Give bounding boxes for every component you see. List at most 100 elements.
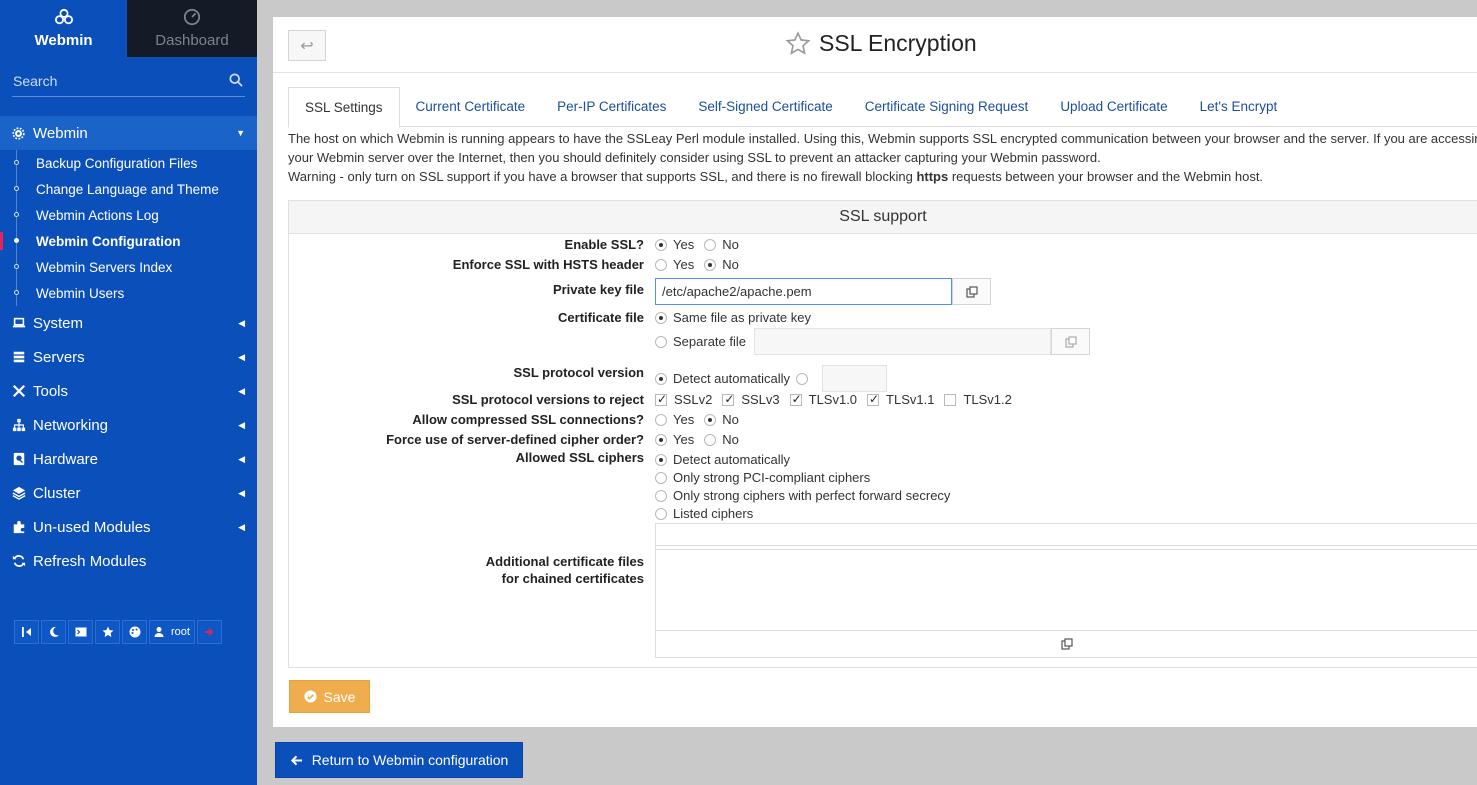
field-label: Allow compressed SSL connections?	[412, 412, 644, 427]
reject-sslv2[interactable]: SSLv2	[655, 392, 712, 407]
checkbox[interactable]	[655, 392, 667, 406]
menu-category-unused-modules[interactable]: Un-used Modules ◀	[0, 510, 257, 544]
radio-button[interactable]	[655, 311, 667, 324]
checkbox[interactable]	[789, 392, 802, 406]
protocol-custom-radio[interactable]	[796, 372, 809, 385]
sidebar-item-label: Webmin Users	[36, 285, 125, 301]
sidebar-item-actions-log[interactable]: Webmin Actions Log	[0, 202, 257, 228]
sidebar-item-webmin-configuration[interactable]: Webmin Configuration	[0, 228, 257, 254]
radio-button[interactable]	[704, 413, 717, 426]
reject-tlsv1-2[interactable]: TLSv1.2	[944, 392, 1012, 407]
radio-button[interactable]	[655, 453, 667, 466]
menu-category-refresh-modules[interactable]: Refresh Modules	[0, 544, 257, 578]
file-chooser-button[interactable]	[952, 278, 991, 305]
checkbox[interactable]	[944, 393, 957, 406]
reject-tlsv1-1[interactable]: TLSv1.1	[867, 392, 934, 407]
search-input[interactable]	[12, 67, 245, 95]
hsts-yes[interactable]: Yes	[655, 257, 694, 272]
checkbox[interactable]	[722, 392, 734, 406]
option-label: Only strong PCI-compliant ciphers	[673, 470, 871, 485]
file-chooser-button[interactable]	[655, 631, 1477, 658]
menu-category-system[interactable]: System ◀	[0, 306, 257, 340]
menu-category-tools[interactable]: Tools ◀	[0, 374, 257, 408]
radio-button[interactable]	[655, 413, 667, 426]
return-to-webmin-configuration-button[interactable]: Return to Webmin configuration	[275, 742, 523, 778]
menu-category-networking[interactable]: Networking ◀	[0, 408, 257, 442]
hardware-icon	[13, 452, 25, 466]
radio-button[interactable]	[655, 433, 667, 446]
radio-button[interactable]	[655, 471, 667, 484]
collapse-sidebar-button[interactable]	[14, 620, 39, 644]
separate-certificate-input[interactable]	[754, 328, 1051, 355]
favorites-button[interactable]	[95, 620, 120, 644]
compressed-no[interactable]: No	[704, 412, 739, 427]
sidebar-item-servers-index[interactable]: Webmin Servers Index	[0, 254, 257, 280]
tab-certificate-signing-request[interactable]: Certificate Signing Request	[849, 87, 1045, 127]
star-outline-icon[interactable]	[785, 30, 811, 57]
ciphers-pci[interactable]: Only strong PCI-compliant ciphers	[655, 470, 870, 485]
chained-certificates-textarea[interactable]	[655, 545, 1477, 631]
sidebar-item-backup[interactable]: Backup Configuration Files	[0, 150, 257, 176]
option-label: Detect automatically	[673, 371, 791, 386]
tab-lets-encrypt[interactable]: Let's Encrypt	[1184, 87, 1294, 127]
reject-tlsv1-0[interactable]: TLSv1.0	[789, 392, 857, 407]
tab-current-certificate[interactable]: Current Certificate	[400, 87, 542, 127]
webmin-tab-button[interactable]: Webmin	[0, 0, 127, 57]
cipher-order-no[interactable]: No	[704, 432, 739, 447]
sidebar-item-webmin-users[interactable]: Webmin Users	[0, 280, 257, 306]
tab-per-ip-certificates[interactable]: Per-IP Certificates	[541, 87, 682, 127]
radio-button[interactable]	[655, 258, 667, 271]
description-line: your Webmin server over the Internet, th…	[288, 150, 1101, 165]
server-icon	[13, 351, 25, 363]
radio-button[interactable]	[704, 258, 717, 271]
option-label: TLSv1.1	[886, 392, 935, 407]
radio-button[interactable]	[704, 238, 717, 251]
tab-upload-certificate[interactable]: Upload Certificate	[1044, 87, 1183, 127]
radio-button[interactable]	[655, 238, 667, 251]
ciphers-listed[interactable]: Listed ciphers	[655, 506, 753, 521]
ciphers-auto[interactable]: Detect automatically	[655, 452, 790, 467]
warning-text: requests between your browser and the We…	[948, 169, 1264, 184]
menu-category-hardware[interactable]: Hardware ◀	[0, 442, 257, 476]
hsts-no[interactable]: No	[704, 257, 739, 272]
sidebar-item-label: Backup Configuration Files	[36, 155, 198, 171]
cipher-order-yes[interactable]: Yes	[655, 432, 694, 447]
warning-line: Warning - only turn on SSL support if yo…	[288, 167, 1477, 186]
reject-sslv3[interactable]: SSLv3	[722, 392, 780, 407]
radio-button[interactable]	[655, 507, 667, 520]
search-icon[interactable]	[229, 73, 243, 87]
enable-ssl-no[interactable]: No	[704, 237, 739, 252]
tab-self-signed-certificate[interactable]: Self-Signed Certificate	[682, 87, 848, 127]
dashboard-tab-button[interactable]: Dashboard	[127, 0, 257, 57]
protocol-version-select[interactable]	[822, 365, 888, 392]
menu-category-servers[interactable]: Servers ◀	[0, 340, 257, 374]
theme-palette-button[interactable]	[122, 620, 147, 644]
certificate-same-file[interactable]: Same file as private key	[655, 310, 811, 325]
tab-ssl-settings[interactable]: SSL Settings	[288, 87, 400, 128]
enable-ssl-yes[interactable]: Yes	[655, 237, 694, 252]
compressed-yes[interactable]: Yes	[655, 412, 694, 427]
menu-category-cluster[interactable]: Cluster ◀	[0, 476, 257, 510]
menu-category-label: Un-used Modules	[33, 518, 151, 536]
terminal-button[interactable]	[68, 620, 93, 644]
logout-button[interactable]	[196, 620, 222, 644]
option-label: Separate file	[673, 334, 746, 349]
radio-button[interactable]	[655, 489, 667, 502]
certificate-separate-file[interactable]: Separate file	[655, 334, 746, 349]
private-key-input[interactable]: /etc/apache2/apache.pem	[655, 278, 952, 305]
protocol-auto[interactable]: Detect automatically	[655, 371, 790, 386]
back-arrow-icon: ↩	[300, 37, 314, 55]
save-button[interactable]: Save	[289, 680, 370, 713]
night-mode-button[interactable]	[41, 620, 66, 644]
option-label: Yes	[673, 412, 695, 427]
user-root-button[interactable]: root	[149, 620, 195, 644]
sidebar-item-language[interactable]: Change Language and Theme	[0, 176, 257, 202]
back-button[interactable]: ↩	[288, 30, 326, 61]
checkbox[interactable]	[867, 392, 879, 406]
file-chooser-button[interactable]	[1051, 328, 1090, 355]
radio-button[interactable]	[655, 335, 667, 348]
ciphers-pfs[interactable]: Only strong ciphers with perfect forward…	[655, 488, 950, 503]
radio-button[interactable]	[704, 433, 717, 446]
menu-category-webmin[interactable]: Webmin ▼	[0, 116, 257, 150]
radio-button[interactable]	[655, 372, 667, 385]
